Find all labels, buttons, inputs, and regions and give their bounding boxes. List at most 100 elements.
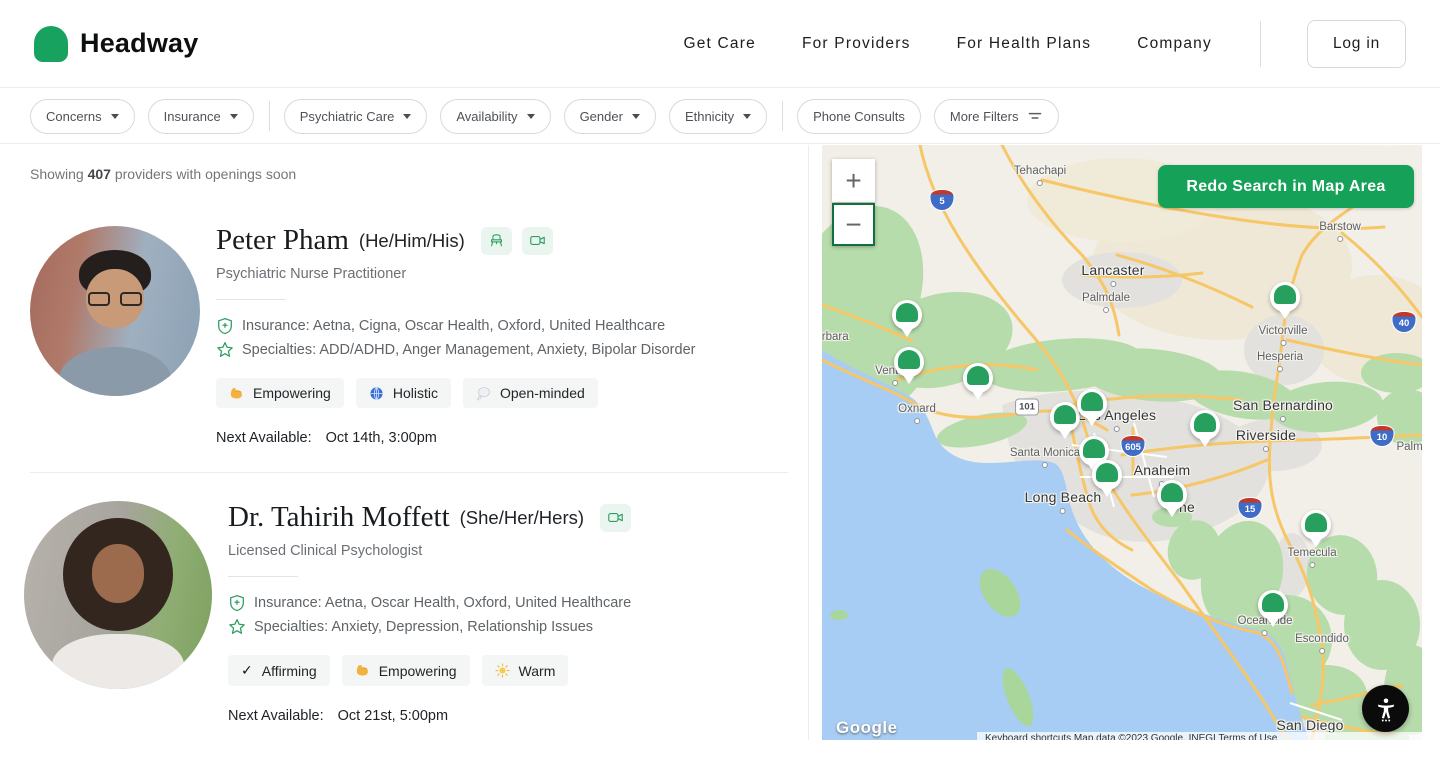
map-pin[interactable] bbox=[1092, 460, 1122, 498]
map-pin[interactable] bbox=[1050, 402, 1080, 440]
specialties-text: Specialties: Anxiety, Depression, Relati… bbox=[254, 619, 593, 635]
filter-group-divider bbox=[269, 101, 270, 131]
map-pin[interactable] bbox=[963, 363, 993, 401]
filter-concerns-label: Concerns bbox=[46, 109, 102, 124]
results-scrollbar[interactable] bbox=[808, 145, 809, 740]
insurance-text: Insurance: Aetna, Oscar Health, Oxford, … bbox=[254, 595, 631, 611]
map-pin[interactable] bbox=[1258, 590, 1288, 628]
filter-ethnicity[interactable]: Ethnicity bbox=[669, 99, 767, 134]
next-available-label: Next Available: bbox=[228, 708, 324, 724]
personality-tags: Empowering Holistic bbox=[216, 378, 695, 408]
filter-gender-label: Gender bbox=[580, 109, 623, 124]
video-session-icon bbox=[522, 227, 553, 255]
summary-prefix: Showing bbox=[30, 166, 84, 182]
map-zoom-in-button[interactable]: + bbox=[832, 159, 875, 202]
tag-label: Holistic bbox=[393, 385, 438, 401]
map-pin[interactable] bbox=[894, 347, 924, 385]
filter-availability[interactable]: Availability bbox=[440, 99, 550, 134]
headway-logo-icon bbox=[34, 26, 68, 62]
provider-name[interactable]: Dr. Tahirih Moffett bbox=[228, 501, 450, 534]
provider-pronouns: (He/Him/His) bbox=[359, 230, 465, 252]
tag-holistic: Holistic bbox=[356, 378, 451, 408]
tag-label: Empowering bbox=[253, 385, 331, 401]
nav-company[interactable]: Company bbox=[1137, 35, 1212, 53]
chevron-down-icon bbox=[111, 114, 119, 119]
map[interactable]: Fort IrwinTehachapiBarstowLancasterPalmd… bbox=[822, 145, 1422, 740]
filter-phone-consults[interactable]: Phone Consults bbox=[797, 99, 921, 134]
globe-emoji bbox=[369, 386, 384, 401]
map-pin[interactable] bbox=[1157, 480, 1187, 518]
redo-search-button[interactable]: Redo Search in Map Area bbox=[1158, 165, 1414, 208]
filter-insurance-label: Insurance bbox=[164, 109, 221, 124]
star-icon bbox=[228, 618, 246, 636]
shield-plus-icon bbox=[216, 317, 234, 335]
provider-avatar[interactable] bbox=[30, 226, 200, 396]
map-pin[interactable] bbox=[1190, 410, 1220, 448]
video-session-icon bbox=[600, 504, 631, 532]
specialties-text: Specialties: ADD/ADHD, Anger Management,… bbox=[242, 342, 695, 358]
main-nav: Get Care For Providers For Health Plans … bbox=[683, 20, 1406, 68]
provider-title: Licensed Clinical Psychologist bbox=[228, 543, 631, 559]
accessibility-widget-button[interactable] bbox=[1362, 685, 1409, 732]
divider bbox=[228, 576, 298, 577]
insurance-text: Insurance: Aetna, Cigna, Oscar Health, O… bbox=[242, 318, 665, 334]
provider-title: Psychiatric Nurse Practitioner bbox=[216, 266, 695, 282]
filter-insurance[interactable]: Insurance bbox=[148, 99, 254, 134]
results-summary: Showing 407 providers with openings soon bbox=[30, 166, 790, 182]
next-available-row: Next Available: Oct 21st, 5:00pm bbox=[228, 708, 631, 724]
nav-for-providers[interactable]: For Providers bbox=[802, 35, 911, 53]
nav-get-care[interactable]: Get Care bbox=[683, 35, 756, 53]
login-button[interactable]: Log in bbox=[1307, 20, 1406, 68]
map-pin[interactable] bbox=[1270, 282, 1300, 320]
chevron-down-icon bbox=[743, 114, 751, 119]
filter-bar: Concerns Insurance Psychiatric Care Avai… bbox=[0, 89, 1440, 144]
next-available-row: Next Available: Oct 14th, 3:00pm bbox=[216, 430, 695, 446]
card-divider bbox=[30, 472, 788, 473]
map-zoom-out-button[interactable]: − bbox=[832, 203, 875, 246]
chevron-down-icon bbox=[527, 114, 535, 119]
personality-tags: ✓ Affirming Empowering bbox=[228, 655, 631, 686]
google-logo: Google bbox=[836, 718, 898, 738]
provider-pronouns: (She/Her/Hers) bbox=[460, 507, 584, 529]
sun-emoji bbox=[495, 663, 510, 678]
next-available-value: Oct 14th, 3:00pm bbox=[326, 430, 437, 446]
tag-label: Affirming bbox=[262, 663, 317, 679]
accessibility-person-icon bbox=[1373, 696, 1399, 722]
next-available-value: Oct 21st, 5:00pm bbox=[338, 708, 448, 724]
chevron-down-icon bbox=[230, 114, 238, 119]
tag-affirming: ✓ Affirming bbox=[228, 655, 330, 686]
muscle-emoji bbox=[355, 663, 370, 678]
map-attribution[interactable]: Keyboard shortcuts Map data ©2023 Google… bbox=[977, 732, 1422, 740]
map-pins-layer bbox=[822, 145, 1422, 740]
in-person-session-icon bbox=[481, 227, 512, 255]
map-pin[interactable] bbox=[1077, 389, 1107, 427]
brand[interactable]: Headway bbox=[34, 26, 198, 62]
map-pin[interactable] bbox=[892, 300, 922, 338]
tag-label: Warm bbox=[519, 663, 556, 679]
chevron-down-icon bbox=[632, 114, 640, 119]
page: Headway Get Care For Providers For Healt… bbox=[0, 0, 1440, 777]
map-pin[interactable] bbox=[1301, 510, 1331, 548]
provider-name[interactable]: Peter Pham bbox=[216, 224, 349, 257]
filter-psychiatric-care[interactable]: Psychiatric Care bbox=[284, 99, 428, 134]
muscle-emoji bbox=[229, 386, 244, 401]
check-mark: ✓ bbox=[241, 662, 253, 679]
insurance-row: Insurance: Aetna, Cigna, Oscar Health, O… bbox=[216, 317, 695, 335]
header: Headway Get Care For Providers For Healt… bbox=[0, 0, 1440, 88]
thought-balloon-emoji bbox=[476, 386, 491, 401]
tag-empowering: Empowering bbox=[216, 378, 344, 408]
specialties-row: Specialties: ADD/ADHD, Anger Management,… bbox=[216, 341, 695, 359]
filter-more-filters[interactable]: More Filters bbox=[934, 99, 1060, 134]
provider-avatar[interactable] bbox=[24, 501, 212, 689]
filter-ethnicity-label: Ethnicity bbox=[685, 109, 734, 124]
shield-plus-icon bbox=[228, 594, 246, 612]
results-panel: Showing 407 providers with openings soon… bbox=[0, 144, 810, 777]
insurance-row: Insurance: Aetna, Oscar Health, Oxford, … bbox=[228, 594, 631, 612]
chevron-down-icon bbox=[403, 114, 411, 119]
divider bbox=[216, 299, 286, 300]
provider-card: Peter Pham (He/Him/His) bbox=[30, 224, 790, 446]
filter-concerns[interactable]: Concerns bbox=[30, 99, 135, 134]
nav-for-health-plans[interactable]: For Health Plans bbox=[957, 35, 1092, 53]
filter-gender[interactable]: Gender bbox=[564, 99, 656, 134]
tag-warm: Warm bbox=[482, 655, 569, 686]
